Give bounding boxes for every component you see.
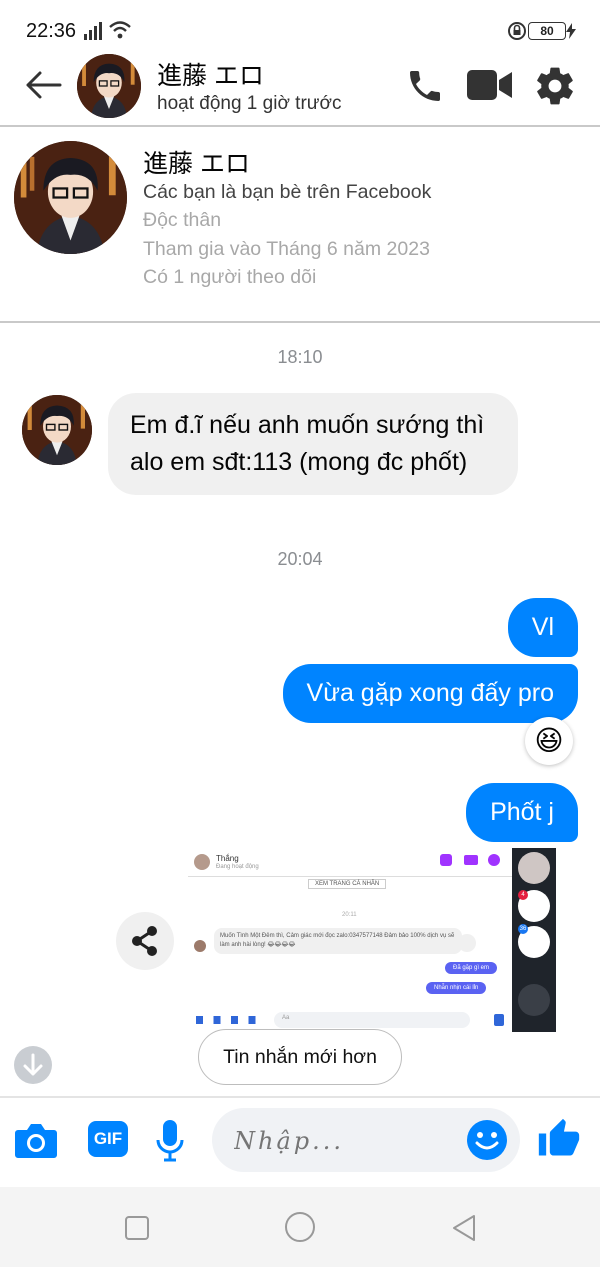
share-button[interactable] xyxy=(116,912,174,970)
recent-apps-icon[interactable] xyxy=(124,1215,150,1241)
home-icon[interactable] xyxy=(284,1211,316,1243)
profile-divider xyxy=(0,321,600,323)
gif-icon: GIF xyxy=(93,1129,123,1148)
header-active-status: hoạt động 1 giờ trước xyxy=(157,93,342,114)
preview-input-placeholder: Aa xyxy=(282,1015,290,1021)
image-attachment[interactable]: Thắng Đang hoạt động XEM TRANG CÁ NHÂN 2… xyxy=(188,848,578,1032)
preview-share-icon xyxy=(458,934,476,952)
outgoing-message-bubble[interactable]: Vl xyxy=(507,598,578,657)
timestamp: 18:10 xyxy=(277,347,323,367)
timestamp: 20:04 xyxy=(277,549,323,569)
profile-relationship: Độc thân xyxy=(143,209,222,231)
profile-friends-line: Các bạn là bạn bè trên Facebook xyxy=(143,181,432,203)
preview-avatar xyxy=(194,854,210,870)
back-nav-icon[interactable] xyxy=(450,1213,478,1243)
preview-incoming-bubble: Muốn Tình Một Đêm thì, Cảm giác mới đọc … xyxy=(214,928,462,954)
camera-icon[interactable] xyxy=(14,1120,58,1160)
gear-icon[interactable] xyxy=(533,64,577,108)
share-icon xyxy=(132,926,157,956)
laughing-emoji-icon: 😆 xyxy=(534,725,564,756)
battery-indicator: 80 xyxy=(528,22,566,40)
profile-joined: Tham gia vào Tháng 6 năm 2023 xyxy=(143,238,430,260)
phone-icon[interactable] xyxy=(404,66,446,106)
profile-followers: Có 1 người theo dõi xyxy=(143,266,317,288)
outgoing-message-bubble[interactable]: Vừa gặp xong đấy pro xyxy=(282,664,578,723)
video-icon[interactable] xyxy=(467,66,513,104)
preview-badge: 4 xyxy=(518,890,528,900)
preview-badge: 36 xyxy=(518,924,528,934)
system-nav-bar xyxy=(0,1187,600,1267)
charging-icon xyxy=(566,23,576,39)
preview-video-icon xyxy=(464,855,478,865)
signal-icon xyxy=(84,22,102,40)
emoji-icon[interactable] xyxy=(466,1119,508,1161)
status-time: 22:36 xyxy=(26,20,77,42)
preview-side-panel: 4 36 xyxy=(512,848,556,1032)
scroll-down-button[interactable] xyxy=(14,1046,52,1084)
header-contact-name[interactable]: 進藤 エロ xyxy=(157,56,264,92)
avatar-image xyxy=(14,141,127,254)
preview-input: Aa xyxy=(274,1012,470,1028)
preview-date: 20:11 xyxy=(342,912,357,918)
preview-outgoing-bubble: Đã gặp gì em xyxy=(445,962,498,974)
newer-messages-button[interactable]: Tin nhắn mới hơn xyxy=(198,1029,402,1085)
profile-avatar[interactable] xyxy=(14,141,127,254)
preview-toolbar-icons xyxy=(196,1016,266,1024)
message-input-wrapper[interactable] xyxy=(212,1108,520,1172)
scroll-down-icon xyxy=(23,1053,43,1076)
avatar-image xyxy=(22,395,92,465)
gif-button[interactable]: GIF xyxy=(88,1121,128,1157)
wifi-icon xyxy=(109,21,131,39)
preview-profile-link: XEM TRANG CÁ NHÂN xyxy=(308,879,387,889)
profile-name: 進藤 エロ xyxy=(143,150,250,178)
outgoing-message-bubble[interactable]: Phốt j xyxy=(466,783,578,842)
preview-contact-name: Thắng xyxy=(216,854,239,863)
preview-dark-bubble xyxy=(518,984,550,1016)
preview-bubble-avatar xyxy=(518,852,550,884)
preview-like-icon xyxy=(494,1014,504,1026)
back-arrow-icon[interactable] xyxy=(24,70,62,100)
preview-phone-icon xyxy=(440,854,452,866)
preview-contact-status: Đang hoạt động xyxy=(216,864,259,870)
reaction-badge[interactable]: 😆 xyxy=(525,717,573,765)
preview-divider xyxy=(188,876,512,877)
header-divider xyxy=(0,125,600,127)
preview-nav-strip xyxy=(556,848,578,1032)
avatar-image xyxy=(77,54,141,118)
lock-rotation-icon xyxy=(508,22,526,40)
preview-info-icon xyxy=(488,854,500,866)
message-input[interactable] xyxy=(232,1120,466,1162)
preview-sender-avatar xyxy=(194,940,206,952)
mic-icon[interactable] xyxy=(154,1118,186,1162)
header-avatar[interactable] xyxy=(77,54,141,118)
status-bar: 22:36 80 xyxy=(0,0,600,58)
incoming-message-bubble[interactable]: Em đ.ĩ nếu anh muốn sướng thì alo em sđt… xyxy=(108,393,518,495)
composer-divider xyxy=(0,1096,600,1098)
preview-outgoing-bubble: Nhẫn nhịn cái lỉn xyxy=(426,982,487,994)
sender-avatar[interactable] xyxy=(22,395,92,465)
thumbs-up-icon[interactable] xyxy=(537,1116,581,1162)
